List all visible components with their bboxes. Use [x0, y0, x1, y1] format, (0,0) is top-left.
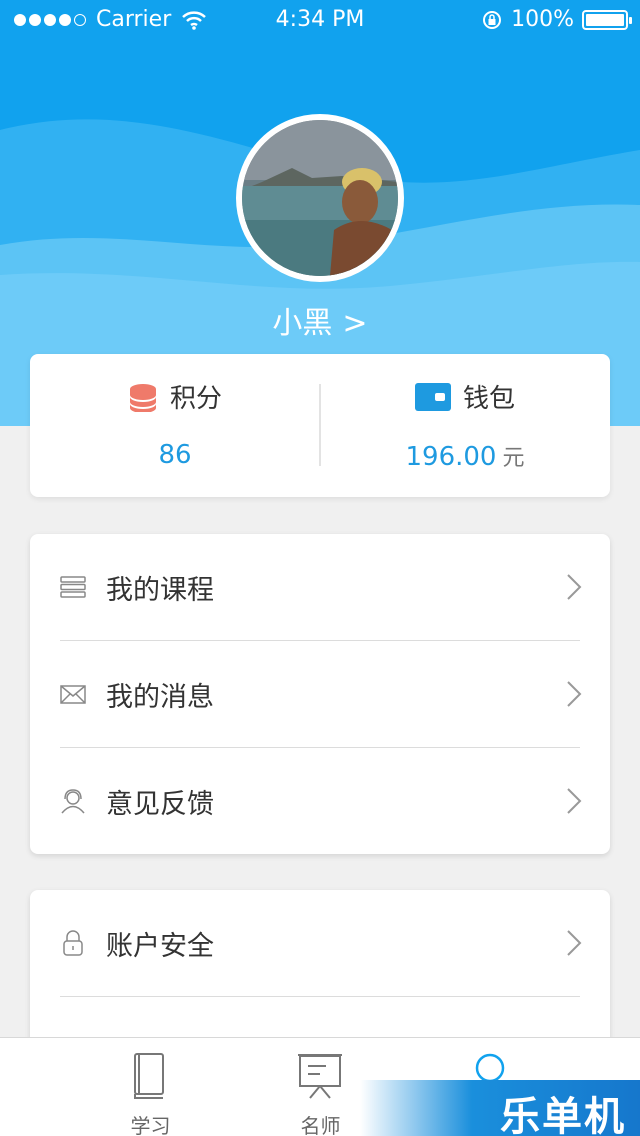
points-value: 86: [158, 440, 192, 470]
chevron-right-icon: [567, 930, 582, 956]
courses-icon: [60, 576, 86, 598]
watermark: 乐单机: [360, 1080, 640, 1136]
username: 小黑: [272, 306, 333, 341]
wallet-icon: [414, 382, 451, 411]
watermark-text: 乐单机: [500, 1094, 626, 1136]
wallet-value: 196.00: [405, 442, 497, 472]
avatar-photo: [242, 120, 398, 276]
avatar[interactable]: [236, 114, 404, 282]
lock-icon: [63, 930, 83, 956]
username-link[interactable]: 小黑 >: [0, 298, 640, 342]
stats-card: 积分 86 钱包 196.00 元: [30, 354, 610, 497]
presentation-icon: [298, 1054, 342, 1099]
menu-item-feedback[interactable]: 意见反馈: [30, 748, 610, 854]
wallet-unit: 元: [502, 446, 525, 471]
menu-item-label: 我的课程: [106, 574, 214, 606]
menu-card-primary: 我的课程 我的消息 意见反馈: [30, 534, 610, 854]
battery-info: 100%: [481, 7, 632, 32]
menu-item-courses[interactable]: 我的课程: [30, 534, 610, 640]
points-stat[interactable]: 积分 86: [30, 354, 320, 497]
wallet-stat[interactable]: 钱包 196.00 元: [320, 354, 610, 497]
menu-divider: [60, 996, 580, 997]
chevron-right-icon: [567, 788, 582, 814]
status-bar: Carrier 4:34 PM 100%: [0, 0, 640, 40]
chevron-right-icon: >: [342, 306, 368, 341]
coins-icon: [129, 383, 156, 412]
book-icon: [134, 1053, 164, 1099]
points-label: 积分: [169, 384, 222, 414]
menu-item-label: 账户安全: [106, 930, 214, 962]
menu-item-account-security[interactable]: 账户安全: [30, 890, 610, 996]
menu-item-messages[interactable]: 我的消息: [30, 641, 610, 747]
menu-item-label: 我的消息: [106, 681, 214, 713]
mail-icon: [60, 685, 86, 704]
menu-item-label: 意见反馈: [106, 788, 214, 820]
wallet-value-group: 196.00 元: [320, 440, 610, 472]
chevron-right-icon: [567, 574, 582, 600]
wallet-label: 钱包: [462, 384, 515, 414]
feedback-icon: [61, 789, 85, 814]
chevron-right-icon: [567, 681, 582, 707]
rotation-lock-icon: [483, 10, 502, 29]
battery-icon: [582, 9, 632, 30]
battery-percent: 100%: [511, 7, 574, 32]
